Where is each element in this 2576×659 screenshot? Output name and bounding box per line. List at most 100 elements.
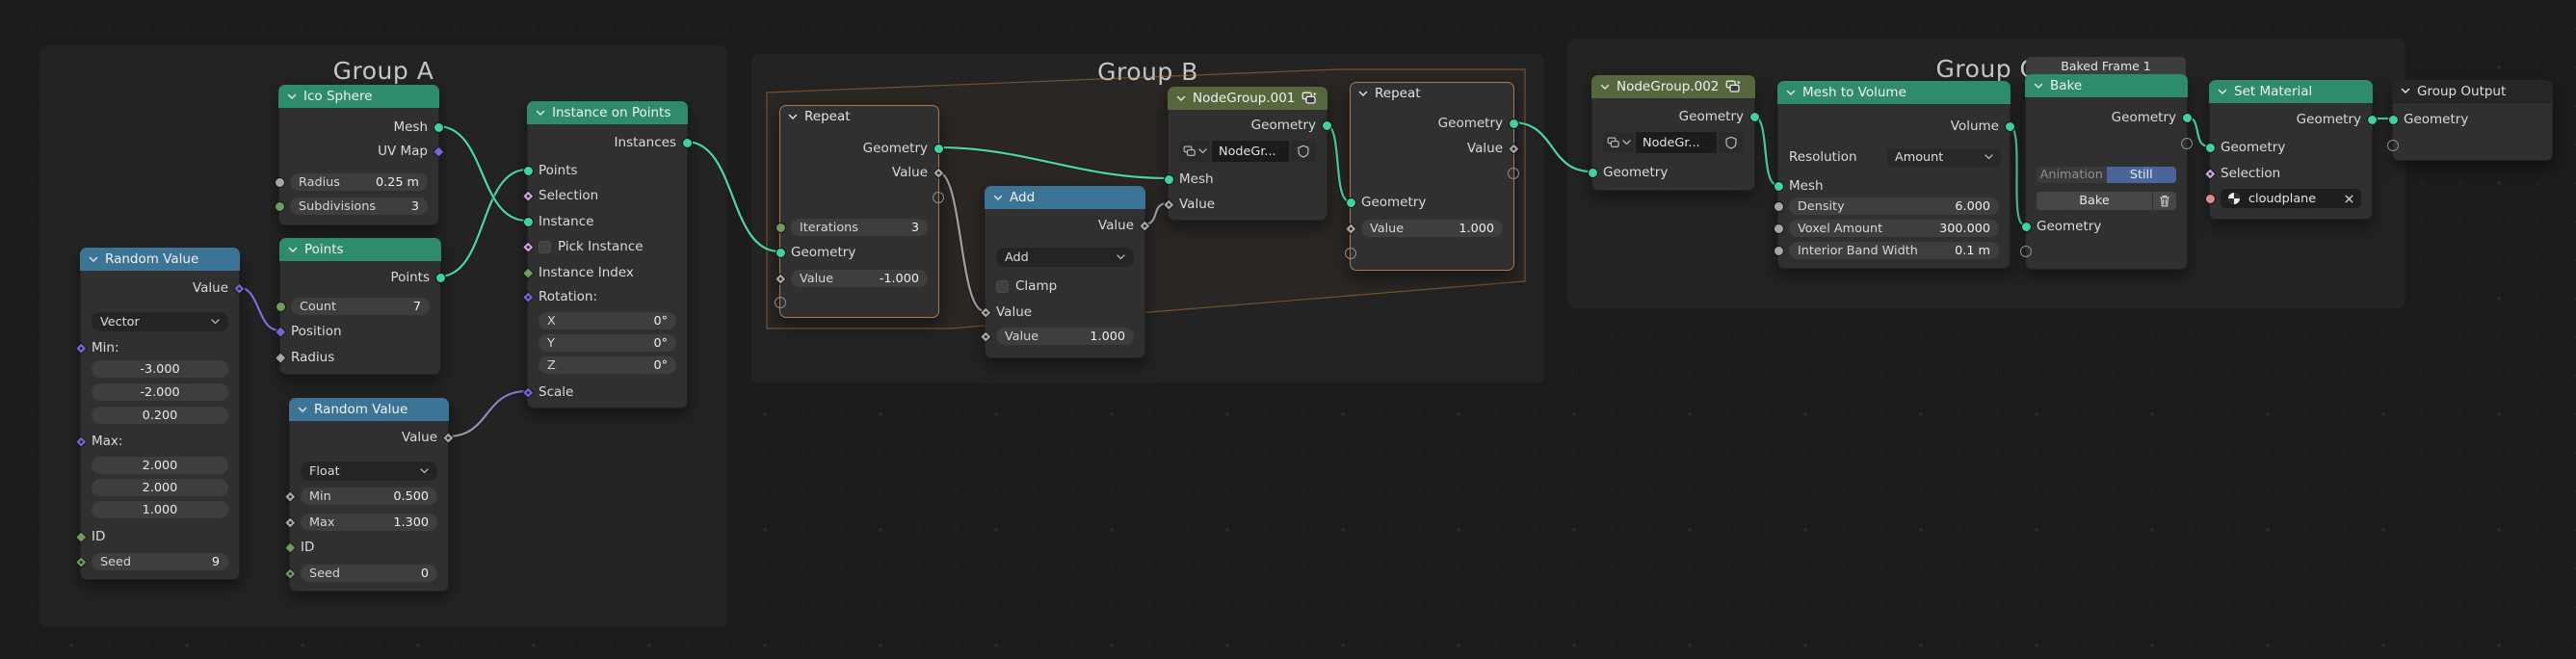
node-points[interactable]: PointsPointsCount7PositionRadius (279, 238, 441, 375)
socket-geometry[interactable] (1322, 120, 1332, 131)
socket-geometry[interactable] (682, 138, 693, 148)
extend-socket[interactable] (1345, 248, 1356, 259)
node-header[interactable]: Set Material (2209, 80, 2373, 103)
delete-bake-button[interactable] (2153, 192, 2176, 210)
node-group-name-field[interactable]: NodeGr... (1212, 141, 1289, 162)
animation-button[interactable]: Animation (2037, 167, 2107, 183)
node-instance_on_points[interactable]: Instance on PointsInstancesPointsSelecti… (527, 101, 688, 409)
bake-button[interactable]: Bake (2037, 192, 2152, 210)
node-header[interactable]: Repeat (779, 105, 939, 128)
field-x[interactable]: X0° (539, 312, 676, 330)
socket-geometry[interactable] (2021, 222, 2032, 232)
socket-geometry[interactable] (435, 273, 446, 283)
field-max[interactable]: Max1.300 (301, 514, 437, 531)
node-header[interactable]: Bake (2025, 74, 2188, 97)
socket-geometry[interactable] (2388, 115, 2399, 125)
field-iterations[interactable]: Iterations3 (791, 219, 928, 236)
field-value[interactable]: Value1.000 (1361, 220, 1503, 237)
socket-geometry[interactable] (1588, 168, 1598, 178)
vector-component-field[interactable]: 2.000 (92, 479, 228, 496)
socket-integer[interactable] (275, 201, 285, 212)
socket-geometry[interactable] (523, 166, 534, 176)
field-voxel-amount[interactable]: Voxel Amount300.000 (1789, 220, 1999, 237)
vector-component-field[interactable]: -2.000 (92, 383, 228, 401)
checkbox-unchecked[interactable] (996, 280, 1009, 293)
field-count[interactable]: Count7 (291, 298, 430, 315)
field-z[interactable]: Z0° (539, 356, 676, 374)
extend-socket[interactable] (2181, 138, 2193, 149)
node-mesh_to_volume[interactable]: Mesh to VolumeVolumeResolutionAmountMesh… (1777, 81, 2011, 269)
node-ico_sphere[interactable]: Ico SphereMeshUV MapRadius0.25 mSubdivis… (278, 85, 439, 225)
socket-integer[interactable] (276, 302, 286, 312)
node-set_material[interactable]: Set MaterialGeometryGeometrySelectionclo… (2209, 80, 2373, 220)
extend-socket[interactable] (1508, 168, 1519, 179)
socket-integer[interactable] (775, 223, 786, 233)
node-group-browse-button[interactable] (1603, 132, 1634, 153)
node-header[interactable]: Add (985, 186, 1145, 209)
socket-geometry[interactable] (1749, 112, 1760, 122)
node-random_value_float[interactable]: Random ValueValueFloatMin0.500Max1.300ID… (289, 398, 449, 592)
socket-float[interactable] (275, 177, 285, 188)
node-repeat_input[interactable]: RepeatGeometryValueIterations3GeometryVa… (779, 105, 939, 318)
socket-geometry[interactable] (933, 144, 944, 154)
field-seed[interactable]: Seed0 (301, 565, 437, 582)
material-field[interactable]: cloudplane (2221, 189, 2361, 208)
node-header[interactable]: Ico Sphere (278, 85, 439, 108)
socket-geometry[interactable] (523, 217, 534, 227)
field-radius[interactable]: Radius0.25 m (290, 173, 428, 191)
node-nodegroup_001[interactable]: NodeGroup.001GeometryNodeGr...MeshValue (1168, 87, 1327, 221)
node-random_value_vector[interactable]: Random ValueValueVectorMin:-3.000-2.0000… (80, 248, 240, 580)
node-header[interactable]: Random Value (80, 248, 240, 271)
extend-socket[interactable] (2020, 246, 2032, 257)
node-header[interactable]: Mesh to Volume (1777, 81, 2011, 104)
node-group-name-field[interactable]: NodeGr... (1636, 132, 1717, 153)
node-header[interactable]: Random Value (289, 398, 449, 421)
field-seed[interactable]: Seed9 (92, 553, 228, 570)
still-button[interactable]: Still (2107, 167, 2177, 183)
node-add[interactable]: AddValueAddClampValueValue1.000 (985, 186, 1145, 358)
node-header[interactable]: Group Output (2392, 80, 2553, 103)
node-editor-canvas[interactable]: Group AGroup BGroup CIco SphereMeshUV Ma… (0, 0, 2576, 659)
socket-geometry[interactable] (1509, 119, 1519, 129)
node-bake[interactable]: Baked Frame 1BakeGeometryAnimationStillB… (2025, 74, 2188, 270)
dropdown-vector[interactable]: Vector (92, 312, 228, 331)
socket-float[interactable] (1774, 246, 1784, 256)
fake-user-shield-button[interactable] (1719, 132, 1744, 153)
field-interior-band-width[interactable]: Interior Band Width0.1 m (1789, 242, 1999, 259)
field-subdivisions[interactable]: Subdivisions3 (290, 198, 428, 215)
dropdown-add[interactable]: Add (996, 248, 1134, 267)
socket-float[interactable] (1774, 224, 1784, 234)
socket-geometry[interactable] (2182, 113, 2193, 123)
dropdown-resolution-mode[interactable]: Amount (1887, 148, 2001, 167)
node-nodegroup_002[interactable]: NodeGroup.002GeometryNodeGr...Geometry (1591, 75, 1755, 191)
extend-socket[interactable] (775, 297, 786, 308)
socket-float[interactable] (1774, 201, 1784, 212)
field-density[interactable]: Density6.000 (1789, 198, 1999, 215)
vector-component-field[interactable]: 2.000 (92, 457, 228, 474)
socket-geometry[interactable] (2005, 121, 2015, 132)
socket-geometry[interactable] (1346, 198, 1356, 208)
node-group-browse-button[interactable] (1179, 141, 1210, 162)
socket-geometry[interactable] (1164, 174, 1174, 185)
socket-geometry[interactable] (2205, 143, 2216, 153)
field-y[interactable]: Y0° (539, 334, 676, 352)
node-header[interactable]: Instance on Points (527, 101, 688, 124)
node-header[interactable]: NodeGroup.002 (1591, 75, 1755, 98)
dropdown-float[interactable]: Float (301, 461, 437, 481)
socket-geometry[interactable] (2367, 115, 2378, 125)
node-header[interactable]: Repeat (1350, 82, 1514, 105)
vector-component-field[interactable]: 1.000 (92, 501, 228, 518)
fake-user-shield-button[interactable] (1291, 141, 1316, 162)
node-header[interactable]: NodeGroup.001 (1168, 87, 1327, 110)
vector-component-field[interactable]: 0.200 (92, 407, 228, 424)
extend-socket[interactable] (2387, 140, 2399, 151)
field-value[interactable]: Value-1.000 (791, 270, 928, 287)
socket-material[interactable] (2205, 194, 2216, 204)
node-header[interactable]: Points (279, 238, 441, 261)
node-repeat_output[interactable]: RepeatGeometryValueGeometryValue1.000 (1350, 82, 1514, 271)
field-min[interactable]: Min0.500 (301, 488, 437, 505)
socket-geometry[interactable] (775, 248, 786, 258)
vector-component-field[interactable]: -3.000 (92, 360, 228, 378)
node-group_output[interactable]: Group OutputGeometry (2392, 80, 2553, 161)
socket-geometry[interactable] (1774, 181, 1784, 192)
